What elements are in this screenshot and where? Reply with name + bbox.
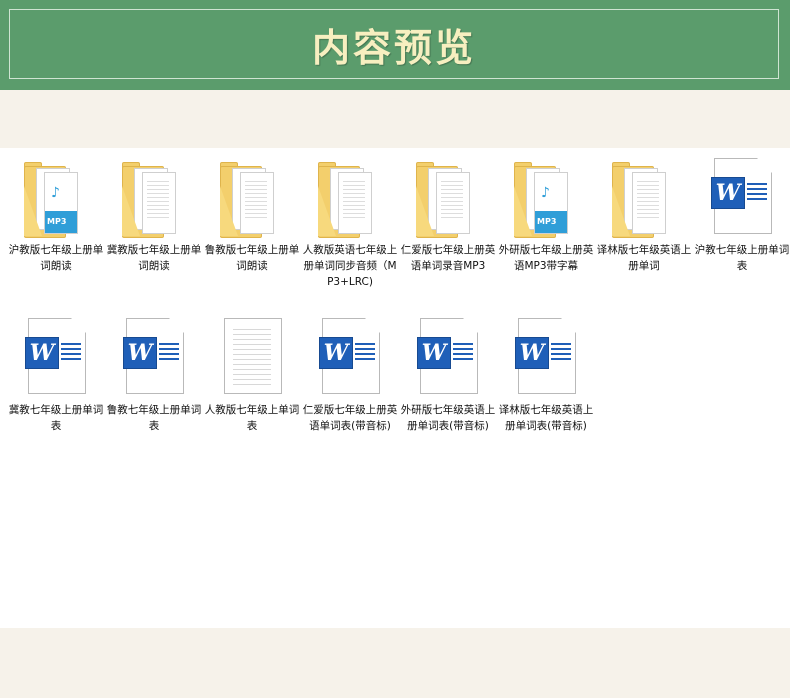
- file-label: 译林版七年级英语上册单词表(带音标): [498, 404, 594, 432]
- file-item[interactable]: 冀教版七年级上册单词朗读: [106, 154, 202, 274]
- word-logo: W: [127, 340, 153, 366]
- file-item[interactable]: W 外研版七年级英语上册单词表(带音标): [400, 314, 496, 434]
- file-label: 仁爱版七年级上册英语单词录音MP3: [400, 244, 496, 272]
- word-document-icon: W: [506, 314, 586, 400]
- word-document-icon: W: [408, 314, 488, 400]
- header-banner: 内容预览: [0, 0, 790, 90]
- banner-frame: 内容预览: [9, 9, 779, 79]
- file-label: 人教版七年级上单词表: [204, 404, 300, 432]
- file-label: 外研版七年级英语上册单词表(带音标): [400, 404, 496, 432]
- folder-icon: [604, 154, 684, 240]
- word-logo: W: [421, 340, 447, 366]
- file-item[interactable]: W 译林版七年级英语上册单词表(带音标): [498, 314, 594, 434]
- word-document-icon: W: [114, 314, 194, 400]
- folder-icon: [408, 154, 488, 240]
- file-item[interactable]: ♪ MP3 外研版七年级上册英语MP3带字幕: [498, 154, 594, 274]
- file-item[interactable]: 仁爱版七年级上册英语单词录音MP3: [400, 154, 496, 274]
- file-label: 人教版英语七年级上册单词同步音频（MP3+LRC): [302, 244, 398, 288]
- file-item[interactable]: W 冀教七年级上册单词表: [8, 314, 104, 434]
- word-document-icon: W: [310, 314, 390, 400]
- mp3-badge: MP3: [45, 211, 77, 233]
- audio-folder-icon: ♪ MP3: [16, 154, 96, 240]
- file-item[interactable]: 鲁教版七年级上册单词朗读: [204, 154, 300, 274]
- word-document-icon: W: [702, 154, 782, 240]
- file-label: 鲁教七年级上册单词表: [106, 404, 202, 432]
- folder-icon: [310, 154, 390, 240]
- word-logo: W: [323, 340, 349, 366]
- file-label: 沪教七年级上册单词表: [694, 244, 790, 272]
- file-item[interactable]: W 仁爱版七年级上册英语单词表(带音标): [302, 314, 398, 434]
- file-item[interactable]: 人教版七年级上单词表: [204, 314, 300, 434]
- file-label: 沪教版七年级上册单词朗读: [8, 244, 104, 272]
- file-item[interactable]: W 沪教七年级上册单词表: [694, 154, 790, 274]
- file-label: 鲁教版七年级上册单词朗读: [204, 244, 300, 272]
- text-document-icon: [212, 314, 292, 400]
- file-label: 冀教版七年级上册单词朗读: [106, 244, 202, 272]
- file-item[interactable]: W 鲁教七年级上册单词表: [106, 314, 202, 434]
- file-preview-panel: ♪ MP3 沪教版七年级上册单词朗读 冀教版七年级上册单词朗读 鲁教版七年级上册单…: [0, 148, 790, 628]
- word-document-icon: W: [16, 314, 96, 400]
- word-logo: W: [29, 340, 55, 366]
- audio-folder-icon: ♪ MP3: [506, 154, 586, 240]
- mp3-badge: MP3: [535, 211, 567, 233]
- file-item[interactable]: 译林版七年级英语上册单词: [596, 154, 692, 274]
- page-title: 内容预览: [311, 24, 476, 70]
- folder-icon: [114, 154, 194, 240]
- file-label: 仁爱版七年级上册英语单词表(带音标): [302, 404, 398, 432]
- word-logo: W: [519, 340, 545, 366]
- file-label: 译林版七年级英语上册单词: [596, 244, 692, 272]
- file-label: 外研版七年级上册英语MP3带字幕: [498, 244, 594, 272]
- file-item[interactable]: ♪ MP3 沪教版七年级上册单词朗读: [8, 154, 104, 274]
- file-label: 冀教七年级上册单词表: [8, 404, 104, 432]
- word-logo: W: [715, 180, 741, 206]
- file-item[interactable]: 人教版英语七年级上册单词同步音频（MP3+LRC): [302, 154, 398, 290]
- folder-icon: [212, 154, 292, 240]
